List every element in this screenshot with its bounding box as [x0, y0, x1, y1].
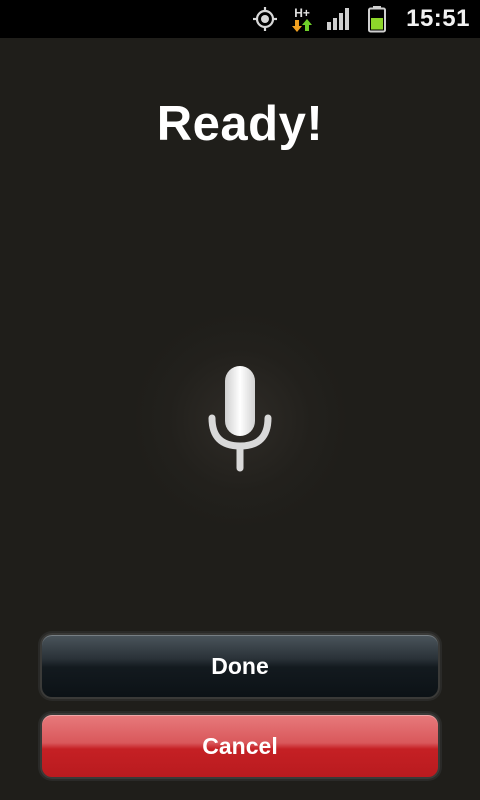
done-button[interactable]: Done — [40, 633, 440, 699]
hplus-data-icon: H+ — [288, 4, 316, 34]
network-type-label: H+ — [294, 5, 310, 20]
status-time: 15:51 — [406, 5, 470, 32]
gps-icon — [250, 4, 280, 34]
microphone-icon[interactable] — [200, 358, 280, 478]
data-arrows-icon — [292, 18, 313, 32]
status-bar: H+ 15:51 — [0, 0, 480, 38]
cancel-button[interactable]: Cancel — [40, 713, 440, 779]
voice-search-screen: H+ 15:51 Ready! Done Cancel — [0, 0, 480, 800]
page-title: Ready! — [156, 97, 324, 151]
battery-icon — [362, 4, 392, 34]
signal-icon — [324, 4, 354, 34]
